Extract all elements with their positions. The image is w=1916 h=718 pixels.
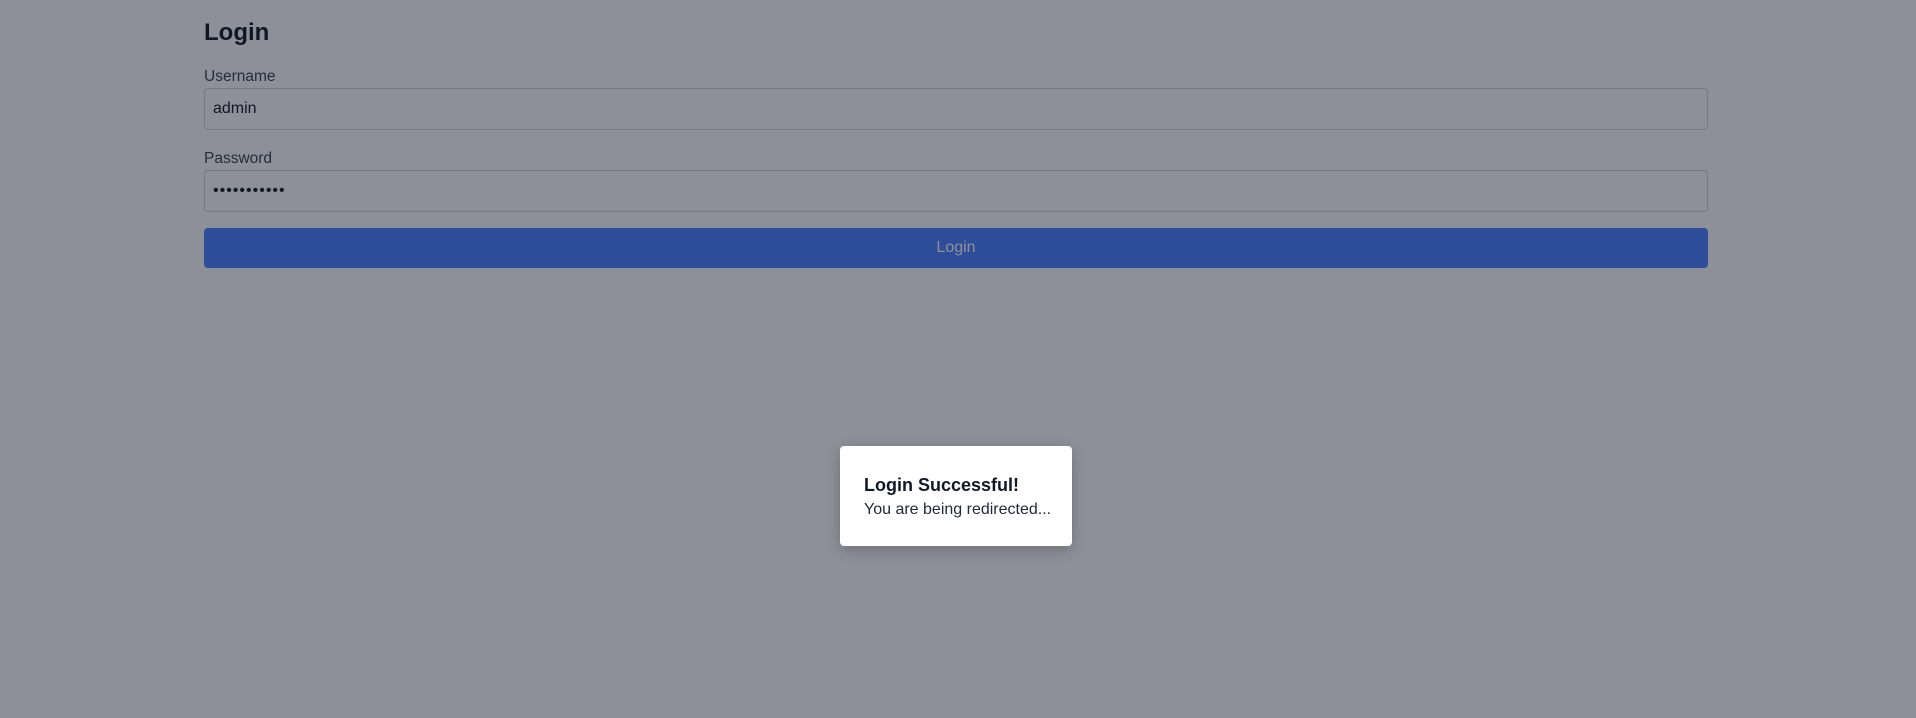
dialog-message: You are being redirected... [864, 501, 1052, 518]
dialog-title: Login Successful! [864, 475, 1020, 495]
login-success-dialog: Login Successful! You are being redirect… [840, 446, 1072, 546]
modal-overlay: Login Successful! You are being redirect… [0, 0, 1916, 718]
